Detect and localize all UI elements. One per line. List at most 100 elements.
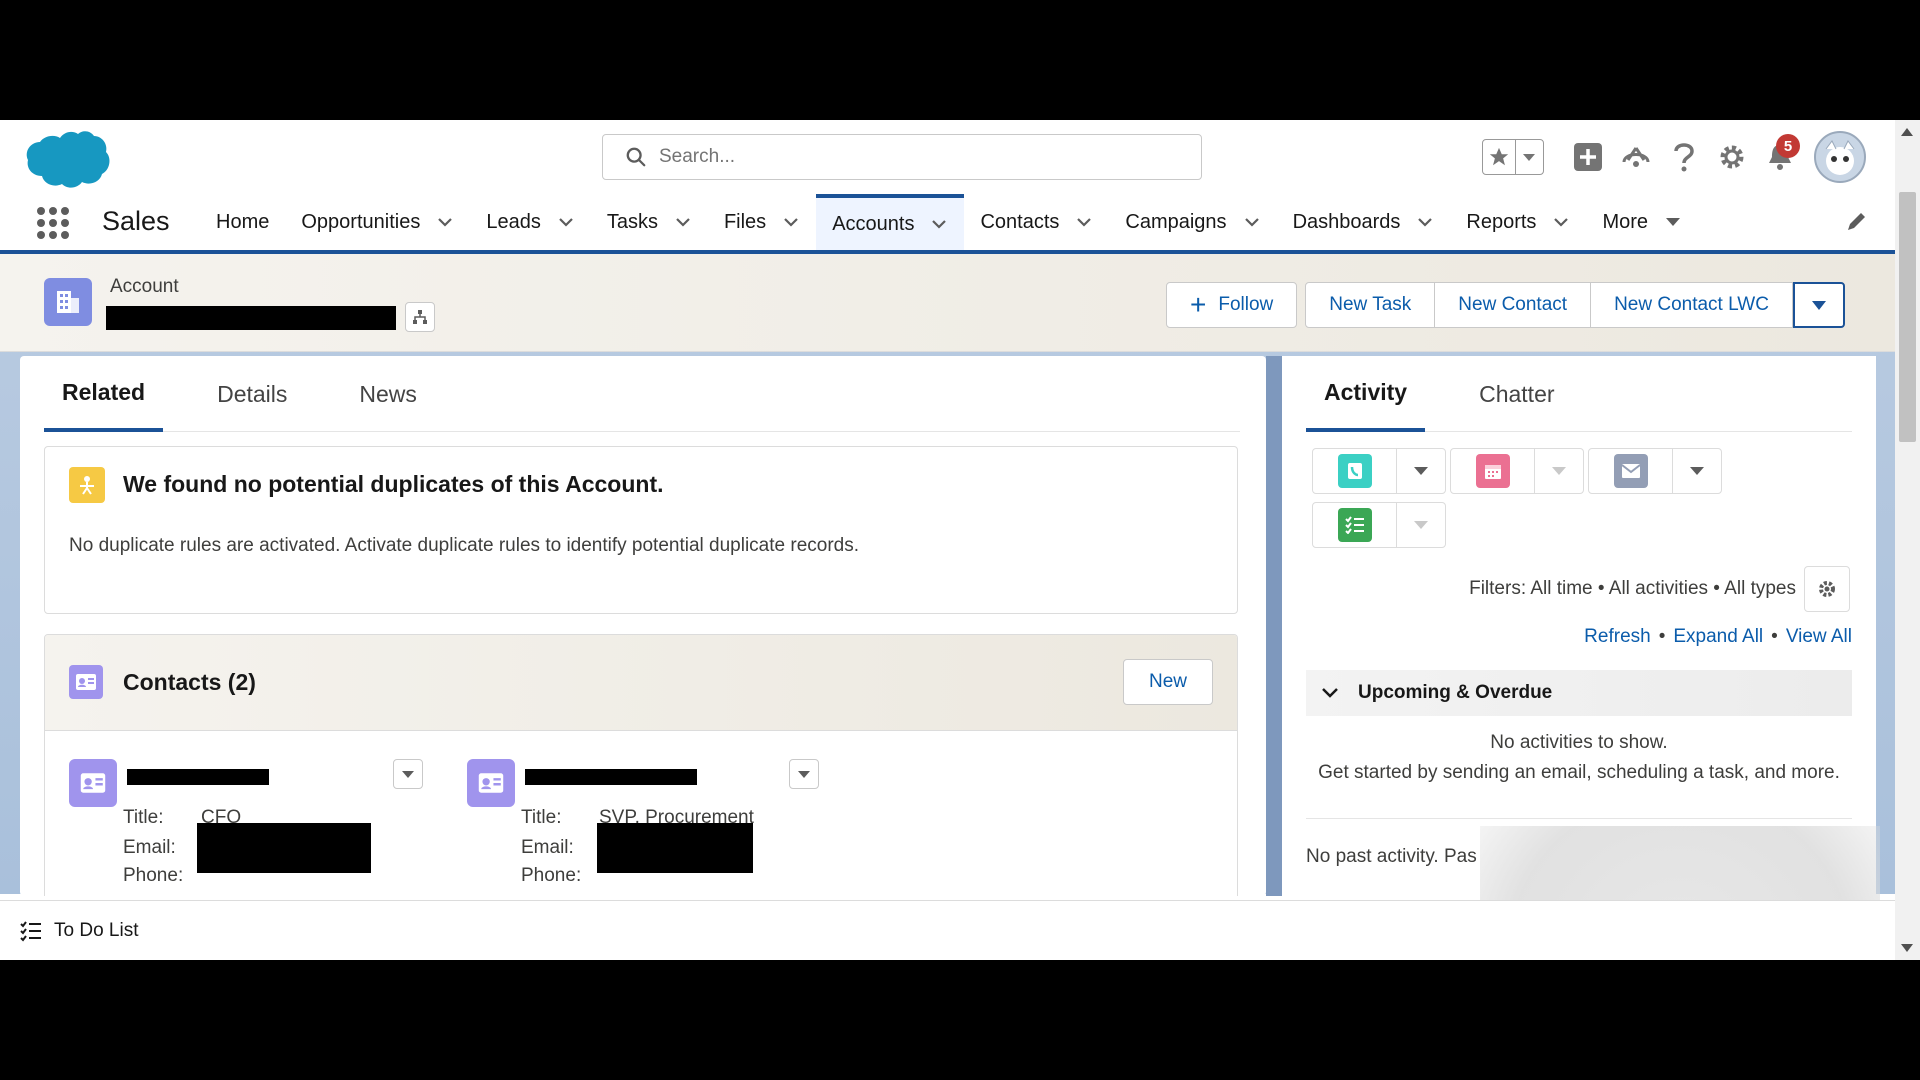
tab-news[interactable]: News: [341, 356, 435, 432]
search-input[interactable]: [659, 146, 1159, 168]
chevron-down-icon[interactable]: [436, 213, 454, 231]
trailhead-icon[interactable]: [1612, 134, 1660, 180]
account-icon: [44, 278, 92, 326]
log-call-icon: [1337, 454, 1372, 488]
chevron-down-icon[interactable]: [1075, 213, 1093, 231]
app-launcher-icon[interactable]: [36, 206, 70, 240]
nav-item-reports[interactable]: Reports: [1450, 194, 1586, 250]
upcoming-overdue-section[interactable]: Upcoming & Overdue: [1306, 670, 1852, 716]
new-contact-lwc-button[interactable]: New Contact LWC: [1591, 282, 1793, 328]
nav-label: Reports: [1466, 210, 1537, 233]
chevron-down-icon[interactable]: [1552, 213, 1570, 231]
nav-items: Home Opportunities Leads Tasks Files Acc…: [200, 194, 1698, 250]
scroll-up-arrow-icon[interactable]: [1901, 128, 1913, 136]
tab-details[interactable]: Details: [199, 356, 305, 432]
scroll-down-arrow-icon[interactable]: [1901, 944, 1913, 952]
caret-down-icon[interactable]: [1397, 503, 1445, 547]
contact-row-menu[interactable]: [393, 759, 423, 789]
global-header: 5: [0, 120, 1895, 194]
tab-label: Details: [217, 380, 288, 407]
new-contact-list-button[interactable]: New: [1123, 659, 1213, 705]
help-icon[interactable]: [1660, 134, 1708, 180]
new-task-icon: [1337, 508, 1372, 542]
chevron-down-icon[interactable]: [674, 213, 692, 231]
nav-item-leads[interactable]: Leads: [470, 194, 591, 250]
new-task-button[interactable]: New Task: [1305, 282, 1436, 328]
contact-icon: [467, 759, 515, 807]
new-event-button[interactable]: [1450, 448, 1584, 494]
duplicates-text: No duplicate rules are activated. Activa…: [69, 535, 860, 556]
caret-down-icon[interactable]: [1535, 449, 1583, 493]
new-contact-button[interactable]: New Contact: [1435, 282, 1592, 328]
global-search[interactable]: [602, 134, 1202, 180]
email-button[interactable]: [1588, 448, 1722, 494]
column-divider: [1266, 356, 1282, 896]
follow-button[interactable]: + Follow: [1166, 282, 1298, 328]
favorites-menu-icon[interactable]: [1516, 140, 1543, 174]
log-call-button[interactable]: [1312, 448, 1446, 494]
tab-related[interactable]: Related: [44, 356, 164, 432]
nav-item-more[interactable]: More: [1586, 194, 1698, 250]
view-all-link[interactable]: View All: [1786, 626, 1852, 647]
filter-settings-button[interactable]: [1804, 566, 1850, 612]
contact-icon: [69, 665, 103, 699]
duplicates-card: We found no potential duplicates of this…: [44, 446, 1238, 614]
favorites-group: [1482, 139, 1544, 175]
tab-activity[interactable]: Activity: [1306, 356, 1426, 432]
nav-item-contacts[interactable]: Contacts: [964, 194, 1109, 250]
contact-tile: Title: SVP, Procurement Email: Phone:: [467, 753, 827, 893]
bell-icon[interactable]: 5: [1756, 134, 1804, 180]
new-event-icon: [1475, 454, 1510, 488]
scrollbar-thumb[interactable]: [1899, 192, 1916, 442]
chevron-down-icon[interactable]: [1243, 213, 1261, 231]
caret-down-icon: [402, 771, 414, 778]
nav-label: Home: [216, 210, 270, 233]
setup-gear-icon[interactable]: [1708, 134, 1756, 180]
nav-item-opportunities[interactable]: Opportunities: [285, 194, 470, 250]
field-label: Title:: [123, 807, 164, 828]
contact-phone-row: Phone:: [521, 865, 599, 887]
nav-label: Files: [723, 210, 767, 233]
nav-item-tasks[interactable]: Tasks: [591, 194, 708, 250]
contacts-title[interactable]: Contacts (2): [123, 669, 256, 696]
follow-label: Follow: [1218, 294, 1274, 315]
nav-item-home[interactable]: Home: [200, 194, 285, 250]
nav-item-accounts[interactable]: Accounts: [816, 194, 965, 250]
new-task-publisher-button[interactable]: [1312, 502, 1446, 548]
related-column: Related Details News We found no potenti…: [20, 356, 1266, 896]
caret-down-icon[interactable]: [1397, 449, 1445, 493]
nav-item-dashboards[interactable]: Dashboards: [1277, 194, 1451, 250]
chevron-down-icon[interactable]: [557, 213, 575, 231]
page-scrollbar[interactable]: [1895, 120, 1920, 960]
expand-all-link[interactable]: Expand All: [1673, 626, 1763, 647]
contact-name-redacted[interactable]: [525, 769, 697, 785]
salesforce-logo-icon[interactable]: [24, 128, 112, 190]
caret-down-icon[interactable]: [1664, 213, 1682, 231]
chevron-down-icon[interactable]: [930, 215, 948, 233]
caret-down-icon[interactable]: [1673, 449, 1721, 493]
add-icon[interactable]: [1564, 134, 1612, 180]
tab-label: News: [359, 380, 417, 407]
avatar[interactable]: [1814, 131, 1866, 183]
more-actions-button[interactable]: [1792, 282, 1845, 328]
caret-down-icon: [798, 771, 810, 778]
todo-list-utility[interactable]: To Do List: [20, 920, 138, 942]
contact-details-redacted: [597, 823, 753, 873]
chevron-down-icon[interactable]: [782, 213, 800, 231]
edit-nav-pencil-icon[interactable]: [1844, 210, 1868, 234]
contact-name-redacted[interactable]: [127, 769, 269, 785]
nav-item-files[interactable]: Files: [708, 194, 816, 250]
tab-chatter[interactable]: Chatter: [1461, 356, 1572, 432]
todo-list-icon: [20, 920, 41, 942]
nav-item-campaigns[interactable]: Campaigns: [1109, 194, 1276, 250]
chevron-down-icon[interactable]: [1416, 213, 1434, 231]
activity-filters-text: Filters: All time • All activities • All…: [1469, 578, 1796, 599]
contact-row-menu[interactable]: [789, 759, 819, 789]
email-icon: [1613, 454, 1648, 488]
new-task-label: New Task: [1329, 294, 1412, 315]
refresh-link[interactable]: Refresh: [1584, 626, 1651, 647]
past-activity-text: No past activity. Pas: [1306, 846, 1477, 867]
app-name: Sales: [102, 206, 170, 236]
favorites-star-icon[interactable]: [1483, 140, 1516, 174]
view-hierarchy-button[interactable]: [405, 302, 435, 332]
